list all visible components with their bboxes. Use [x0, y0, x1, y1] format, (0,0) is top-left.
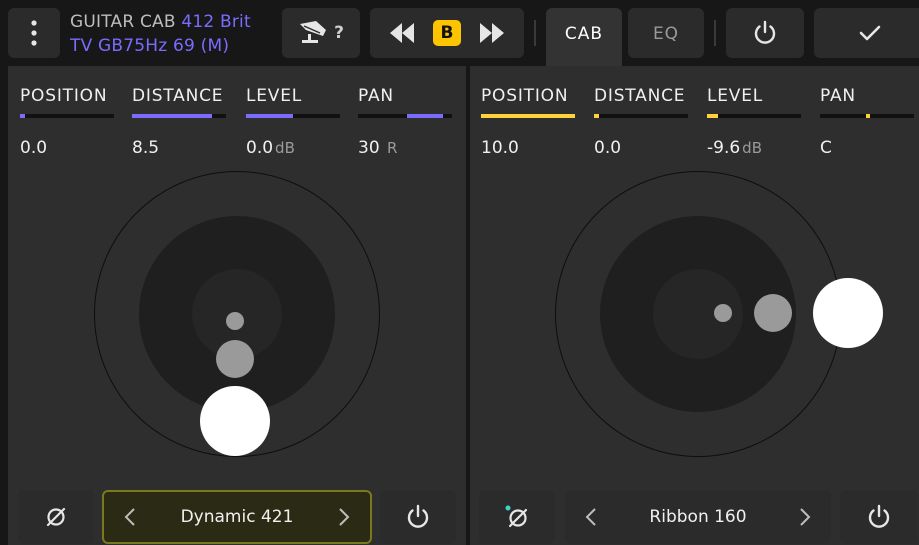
param-bar — [20, 114, 114, 118]
chevron-right-icon[interactable] — [791, 503, 819, 531]
mic-b-power-button[interactable] — [840, 490, 918, 544]
menu-button[interactable] — [8, 8, 60, 58]
param-label: PAN — [820, 86, 856, 106]
param-fill — [246, 114, 293, 118]
microphone-icon — [300, 21, 327, 43]
mic-position-small — [226, 312, 244, 330]
chevron-left-icon[interactable] — [116, 503, 144, 531]
chevron-right-icon[interactable] — [330, 503, 358, 531]
tab-cab-label: CAB — [564, 24, 604, 44]
mic-b-selector[interactable]: Ribbon 160 — [565, 490, 831, 544]
param-value: -9.6 — [707, 138, 741, 158]
param-bar — [594, 114, 688, 118]
param-value: C — [820, 138, 832, 158]
previous-icon[interactable] — [388, 21, 416, 45]
separator — [534, 20, 536, 46]
more-vertical-icon — [31, 20, 37, 46]
param-value: 8.5 — [132, 138, 160, 158]
ab-badge[interactable]: B — [432, 20, 461, 46]
param-unit: R — [387, 139, 398, 157]
tab-eq[interactable]: EQ — [628, 8, 704, 58]
ab-switch-group: B — [370, 8, 524, 58]
confirm-button[interactable] — [814, 8, 919, 58]
next-icon[interactable] — [478, 21, 506, 45]
phase-invert-icon — [46, 507, 66, 527]
mic-a-selector[interactable]: Dynamic 421 — [102, 490, 372, 544]
param-label: DISTANCE — [594, 86, 686, 106]
mic-b-phase-button[interactable] — [479, 490, 555, 544]
mic-handle[interactable] — [200, 386, 270, 456]
mic-a-position[interactable]: POSITION 0.0 — [20, 86, 114, 158]
param-fill — [20, 114, 25, 118]
param-bar — [707, 114, 801, 118]
power-icon — [407, 504, 429, 528]
param-fill — [132, 114, 212, 118]
help-label: ? — [334, 23, 344, 43]
chevron-left-icon[interactable] — [577, 503, 605, 531]
tab-cab[interactable]: CAB — [546, 8, 622, 68]
param-fill — [866, 114, 871, 118]
param-label: POSITION — [481, 86, 569, 106]
param-label: LEVEL — [246, 86, 303, 106]
device-type: GUITAR CAB — [70, 12, 176, 32]
mic-help-button[interactable]: ? — [282, 8, 360, 58]
mic-handle[interactable] — [813, 278, 883, 348]
mic-a-pan[interactable]: PAN 30 R — [358, 86, 452, 158]
mic-b-distance[interactable]: DISTANCE 0.0 — [594, 86, 688, 158]
mic-b-pan[interactable]: PAN C — [820, 86, 914, 158]
phase-invert-icon — [505, 505, 528, 528]
param-fill — [481, 114, 575, 118]
param-label: PAN — [358, 86, 394, 106]
ab-badge-label: B — [440, 23, 454, 43]
mic-a-phase-button[interactable] — [18, 490, 94, 544]
mic-a-panel: POSITION 0.0 DISTANCE 8.5 LEVEL 0.0 dB PA… — [8, 66, 466, 545]
mic-a-level[interactable]: LEVEL 0.0 dB — [246, 86, 340, 158]
param-unit: dB — [275, 139, 295, 157]
mic-position-medium — [216, 340, 254, 378]
param-fill — [707, 114, 719, 118]
mic-a-power-button[interactable] — [380, 490, 456, 544]
param-bar — [246, 114, 340, 118]
mic-b-name: Ribbon 160 — [649, 507, 747, 527]
param-value: 0.0 — [594, 138, 622, 158]
param-bar — [132, 114, 226, 118]
mic-b-position[interactable]: POSITION 10.0 — [481, 86, 575, 158]
mic-a-name: Dynamic 421 — [180, 507, 294, 527]
mic-position-medium — [754, 294, 792, 332]
cab-model: 412 Brit — [181, 12, 251, 32]
mic-b-panel: POSITION 10.0 DISTANCE 0.0 LEVEL -9.6 dB … — [470, 66, 919, 545]
power-button[interactable] — [726, 8, 804, 58]
param-bar — [481, 114, 575, 118]
param-label: POSITION — [20, 86, 108, 106]
cab-model-line2: TV GB75Hz 69 (M) — [70, 36, 230, 56]
mic-b-level[interactable]: LEVEL -9.6 dB — [707, 86, 801, 158]
check-icon — [859, 25, 881, 41]
power-icon — [754, 20, 776, 44]
mic-position-small — [714, 304, 732, 322]
param-fill — [406, 114, 443, 118]
param-label: DISTANCE — [132, 86, 224, 106]
param-value: 30 — [358, 138, 380, 158]
param-bar — [358, 114, 452, 118]
device-title[interactable]: GUITAR CAB 412 Brit TV GB75Hz 69 (M) — [70, 10, 251, 58]
tab-eq-label: EQ — [652, 24, 680, 44]
param-unit: dB — [742, 139, 762, 157]
param-fill — [594, 114, 599, 118]
param-value: 0.0 — [20, 138, 48, 158]
power-icon — [868, 504, 890, 528]
param-value: 0.0 — [246, 138, 274, 158]
param-value: 10.0 — [481, 138, 519, 158]
mic-a-distance[interactable]: DISTANCE 8.5 — [132, 86, 226, 158]
separator — [714, 20, 716, 46]
param-bar — [820, 114, 914, 118]
param-label: LEVEL — [707, 86, 764, 106]
